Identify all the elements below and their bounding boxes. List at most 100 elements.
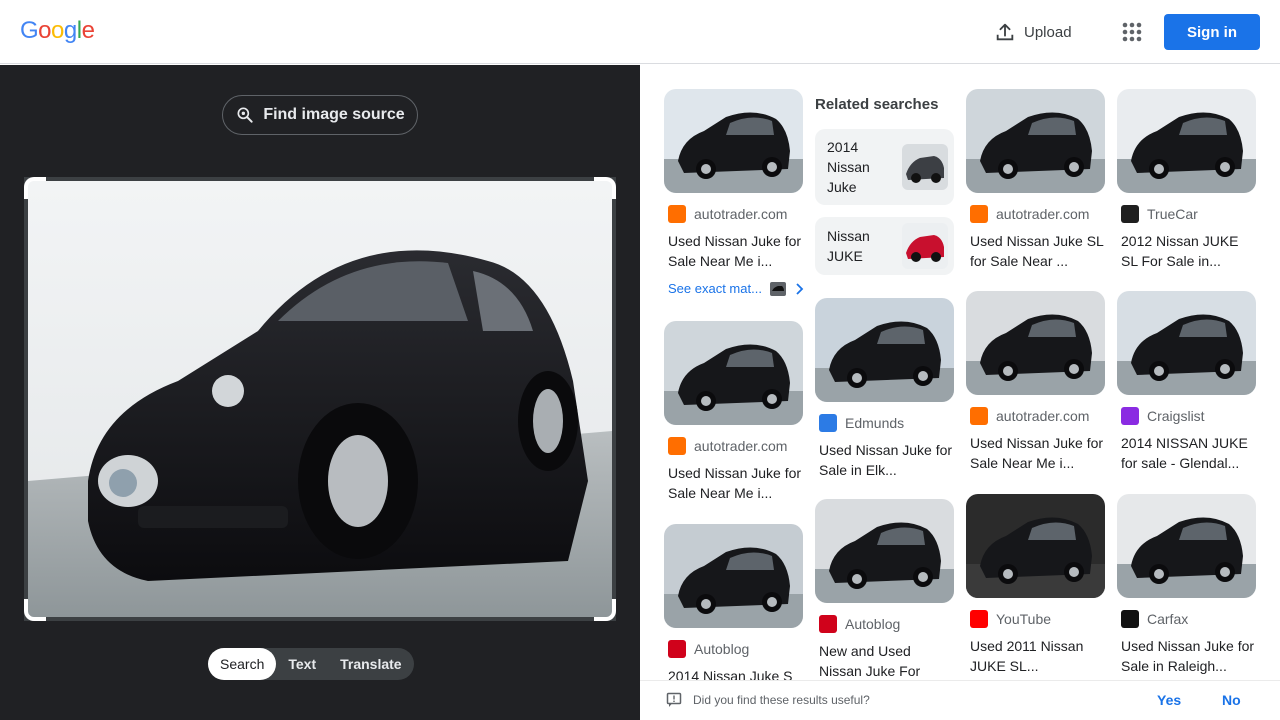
truecar-icon (1121, 205, 1139, 223)
visual-matches-panel: Related searches 2014 Nissan Juke Nissan… (640, 65, 1280, 720)
edmunds-icon (819, 414, 837, 432)
visual-match-source-label: TrueCar (1147, 206, 1198, 222)
visual-match-thumbnail[interactable] (966, 89, 1105, 193)
apps-grid-icon[interactable] (1118, 18, 1146, 46)
visual-match-source[interactable]: YouTube (966, 610, 1105, 628)
visual-match-source-label: Edmunds (845, 415, 905, 431)
upload-icon (996, 23, 1014, 41)
lens-search-icon (237, 107, 253, 123)
visual-match-source[interactable]: autotrader.com (664, 205, 803, 223)
visual-match-source[interactable]: autotrader.com (966, 407, 1105, 425)
visual-match-source-label: Carfax (1147, 611, 1189, 627)
see-exact-matches-link[interactable]: See exact mat... (668, 281, 804, 296)
visual-match-thumbnail[interactable] (815, 298, 954, 402)
visual-match-title[interactable]: 2012 Nissan JUKE SL For Sale in... (1117, 231, 1256, 271)
visual-match-source-label: YouTube (996, 611, 1052, 627)
visual-match-card[interactable]: autotrader.com Used Nissan Juke SL for Sa… (966, 89, 1105, 271)
visual-match-card[interactable]: Craigslist 2014 NISSAN JUKE for sale - Gl… (1117, 291, 1256, 473)
youtube-icon (970, 610, 988, 628)
visual-match-card[interactable]: Autoblog New and Used Nissan Juke For (815, 499, 954, 681)
visual-match-thumbnail[interactable] (664, 524, 803, 628)
visual-match-source-label: Craigslist (1147, 408, 1205, 424)
autotrader-icon (970, 205, 988, 223)
related-search-chip[interactable]: Nissan JUKE (815, 217, 954, 275)
crop-handle-bottom-left[interactable] (24, 599, 46, 621)
tab-text[interactable]: Text (276, 648, 328, 680)
visual-match-source-label: autotrader.com (694, 206, 788, 222)
logo-letter: G (20, 17, 39, 44)
related-search-label: Nissan JUKE (827, 228, 870, 264)
related-search-label: 2014 Nissan Juke (827, 139, 870, 195)
feedback-yes-button[interactable]: Yes (1157, 692, 1181, 708)
tab-translate[interactable]: Translate (328, 648, 413, 680)
tab-search[interactable]: Search (208, 648, 277, 680)
upload-label: Upload (1024, 23, 1072, 41)
visual-match-title[interactable]: 2014 NISSAN JUKE for sale - Glendal... (1117, 433, 1256, 473)
visual-match-title[interactable]: Used Nissan Juke SL for Sale Near ... (966, 231, 1105, 271)
visual-match-source-label: autotrader.com (694, 438, 788, 454)
visual-match-source[interactable]: Autoblog (664, 640, 803, 658)
autotrader-icon (668, 437, 686, 455)
visual-match-thumbnail[interactable] (966, 291, 1105, 395)
visual-match-source[interactable]: TrueCar (1117, 205, 1256, 223)
visual-match-source-label: autotrader.com (996, 408, 1090, 424)
chevron-right-icon (796, 282, 804, 295)
feedback-bar: Did you find these results useful? Yes N… (640, 680, 1280, 720)
autotrader-icon (970, 407, 988, 425)
craigslist-icon (1121, 407, 1139, 425)
crop-handle-top-right[interactable] (594, 177, 616, 199)
feedback-question: Did you find these results useful? (693, 693, 870, 707)
visual-match-thumbnail[interactable] (966, 494, 1105, 598)
visual-match-card[interactable]: autotrader.com Used Nissan Juke for Sale … (966, 291, 1105, 473)
visual-match-source[interactable]: Craigslist (1117, 407, 1256, 425)
top-bar: Google Upload Sign in (0, 0, 1280, 64)
crop-handle-top-left[interactable] (24, 177, 46, 199)
visual-match-card[interactable]: YouTube Used 2011 Nissan JUKE SL... (966, 494, 1105, 676)
visual-match-title[interactable]: New and Used Nissan Juke For (815, 641, 954, 681)
lens-image-panel: Find image source Search Text Translate (0, 65, 640, 720)
related-searches-heading: Related searches (815, 96, 939, 113)
autoblog-icon (819, 615, 837, 633)
visual-match-source[interactable]: autotrader.com (966, 205, 1105, 223)
sign-in-button[interactable]: Sign in (1164, 14, 1260, 50)
visual-match-thumbnail[interactable] (1117, 494, 1256, 598)
autotrader-icon (668, 205, 686, 223)
visual-match-source-label: autotrader.com (996, 206, 1090, 222)
visual-match-source[interactable]: Edmunds (815, 414, 954, 432)
crop-handle-bottom-right[interactable] (594, 599, 616, 621)
feedback-no-button[interactable]: No (1222, 692, 1241, 708)
related-search-thumbnail (902, 144, 948, 190)
visual-match-card[interactable]: Autoblog 2014 Nissan Juke S (664, 524, 803, 706)
related-search-chip[interactable]: 2014 Nissan Juke (815, 129, 954, 205)
visual-match-card[interactable]: Carfax Used Nissan Juke for Sale in Ralei… (1117, 494, 1256, 676)
logo-letter: g (63, 17, 77, 44)
visual-match-thumbnail[interactable] (815, 499, 954, 603)
visual-match-thumbnail[interactable] (1117, 89, 1256, 193)
visual-match-title[interactable]: Used 2011 Nissan JUKE SL... (966, 636, 1105, 676)
visual-match-source[interactable]: autotrader.com (664, 437, 803, 455)
visual-match-card[interactable]: autotrader.com Used Nissan Juke for Sale … (664, 89, 803, 271)
logo-letter: o (38, 17, 52, 44)
find-image-source-button[interactable]: Find image source (222, 95, 418, 135)
visual-match-title[interactable]: Used Nissan Juke for Sale Near Me i... (664, 463, 803, 503)
visual-match-title[interactable]: Used Nissan Juke for Sale in Elk... (815, 440, 954, 480)
visual-match-source[interactable]: Carfax (1117, 610, 1256, 628)
visual-match-thumbnail[interactable] (1117, 291, 1256, 395)
visual-match-card[interactable]: TrueCar 2012 Nissan JUKE SL For Sale in..… (1117, 89, 1256, 271)
find-image-source-label: Find image source (263, 106, 405, 123)
carfax-icon (1121, 610, 1139, 628)
visual-match-title[interactable]: Used Nissan Juke for Sale Near Me i... (664, 231, 803, 271)
google-logo[interactable]: Google (20, 17, 95, 45)
upload-button[interactable]: Upload (986, 14, 1080, 50)
logo-letter: o (51, 17, 64, 44)
visual-match-source[interactable]: Autoblog (815, 615, 954, 633)
lens-mode-tabs: Search Text Translate (208, 648, 414, 680)
visual-match-card[interactable]: Edmunds Used Nissan Juke for Sale in Elk.… (815, 298, 954, 480)
visual-match-title[interactable]: Used Nissan Juke for Sale in Raleigh... (1117, 636, 1256, 676)
visual-match-thumbnail[interactable] (664, 321, 803, 425)
visual-match-title[interactable]: Used Nissan Juke for Sale Near Me i... (966, 433, 1105, 473)
autoblog-icon (668, 640, 686, 658)
visual-match-thumbnail[interactable] (664, 89, 803, 193)
uploaded-car-image[interactable] (28, 181, 612, 617)
visual-match-card[interactable]: autotrader.com Used Nissan Juke for Sale … (664, 321, 803, 503)
